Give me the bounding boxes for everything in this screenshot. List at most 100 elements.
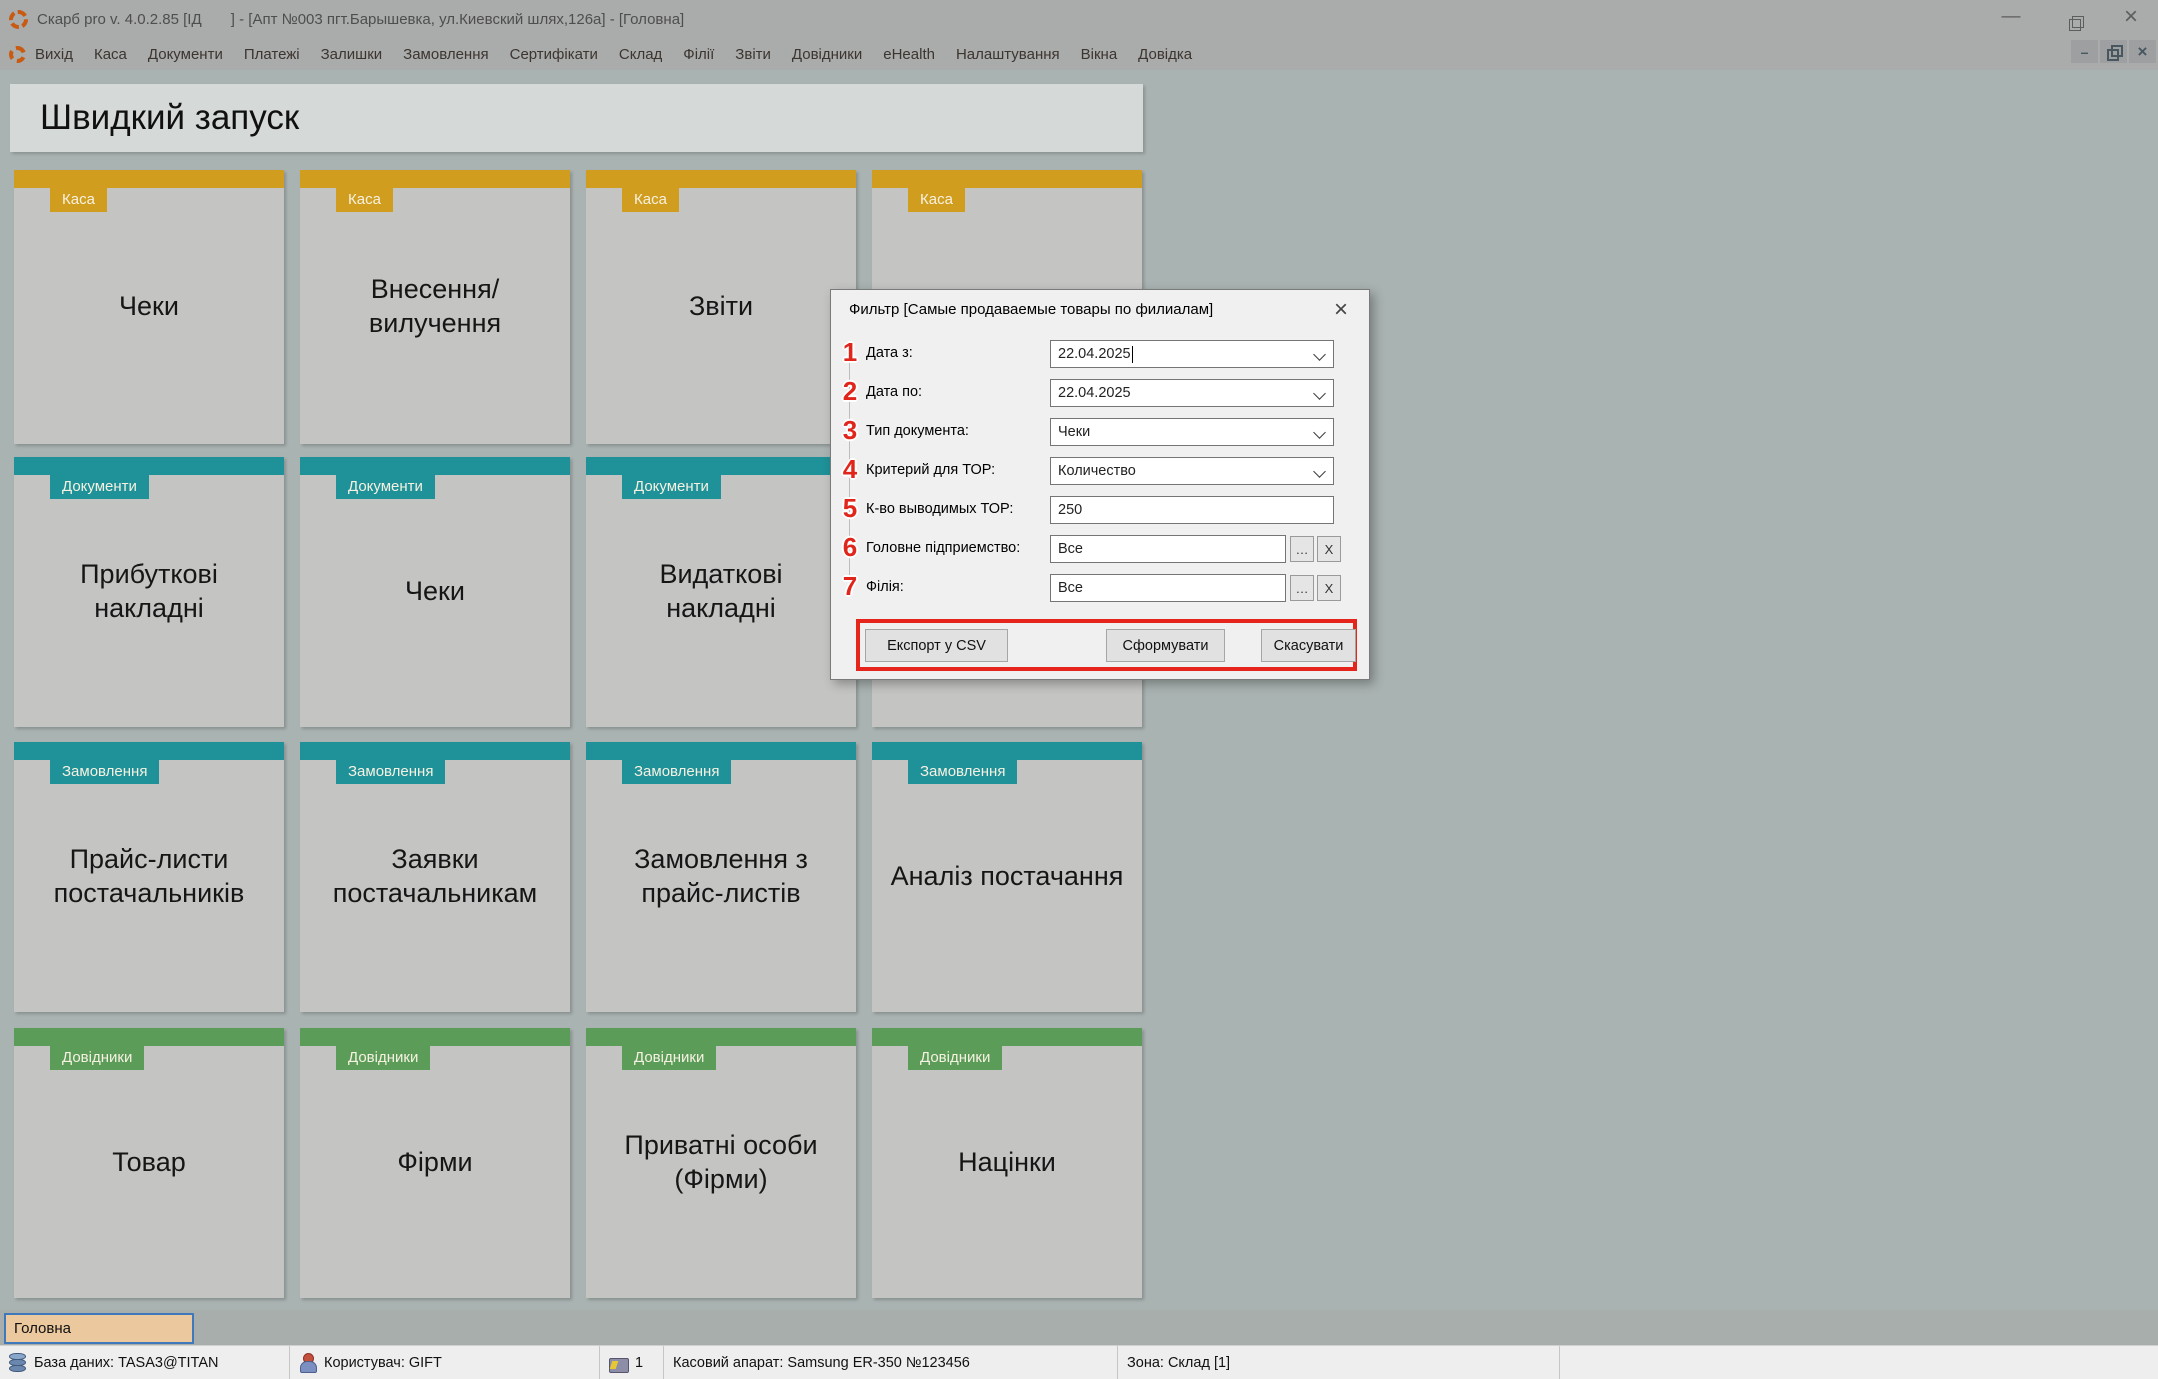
doc-type-label: Тип документа:: [866, 423, 969, 439]
branch-field[interactable]: Все: [1050, 574, 1286, 602]
menu-item-warehouse[interactable]: Склад: [619, 46, 662, 63]
tile-label: Заявки постачальникам: [332, 844, 538, 908]
tile-outgoing-invoices[interactable]: Документи Видаткові накладні: [586, 457, 856, 727]
menu-item-stock-balance[interactable]: Залишки: [321, 46, 383, 63]
tile-label: Замовлення з прайс-листів: [634, 844, 808, 908]
chevron-down-icon: [1313, 387, 1326, 400]
chevron-down-icon: [1313, 465, 1326, 478]
top-criterion-label: Критерий для ТОР:: [866, 462, 996, 478]
filter-dialog: Фильтр [Самые продаваемые товары по фили…: [830, 289, 1370, 680]
date-to-value: 22.04.2025: [1058, 385, 1131, 401]
menu-item-orders[interactable]: Замовлення: [403, 46, 488, 63]
tile-supplier-price-lists[interactable]: Замовлення Прайс-листи постачальників: [14, 742, 284, 1012]
menu-item-settings[interactable]: Налаштування: [956, 46, 1060, 63]
cancel-button[interactable]: Скасувати: [1261, 629, 1356, 662]
date-to-combo[interactable]: 22.04.2025: [1050, 379, 1334, 407]
annotation-number-3: 3: [842, 415, 858, 445]
tile-label: Звіти: [688, 291, 754, 322]
dialog-title: Фильтр [Самые продаваемые товары по фили…: [849, 301, 1214, 318]
mdi-restore-button[interactable]: [2100, 40, 2127, 63]
tile-label: Аналіз постачання: [890, 861, 1124, 892]
menu-item-payments[interactable]: Платежі: [244, 46, 300, 63]
menu-item-cash[interactable]: Каса: [94, 46, 127, 63]
tile-supplier-requests[interactable]: Замовлення Заявки постачальникам: [300, 742, 570, 1012]
tile-label: Чеки: [405, 576, 465, 607]
tile-checks-cash[interactable]: Каса Чеки: [14, 170, 284, 444]
tab-main[interactable]: Головна: [4, 1313, 194, 1344]
menu-item-exit[interactable]: Вихід: [35, 46, 73, 63]
generate-button[interactable]: Сформувати: [1106, 629, 1225, 662]
menu-item-branches[interactable]: Філії: [683, 46, 714, 63]
export-csv-button[interactable]: Експорт у CSV: [865, 629, 1008, 662]
chevron-down-icon: [1313, 348, 1326, 361]
tile-orders-from-price-lists[interactable]: Замовлення Замовлення з прайс-листів: [586, 742, 856, 1012]
doc-type-value: Чеки: [1058, 424, 1091, 440]
tile-private-persons[interactable]: Довідники Приватні особи (Фірми): [586, 1028, 856, 1298]
status-filler: [1560, 1346, 2158, 1379]
status-bar: База даних: TASA3@TITAN Користувач: GIFT…: [0, 1345, 2158, 1379]
tile-supply-analysis[interactable]: Замовлення Аналіз постачання: [872, 742, 1142, 1012]
date-from-value: 22.04.2025: [1058, 346, 1131, 362]
cash-register-icon: [609, 1355, 629, 1373]
menu-bar: Вихід Каса Документи Платежі Залишки Зам…: [0, 38, 2158, 70]
status-database: База даних: TASA3@TITAN: [34, 1354, 219, 1371]
menu-item-windows[interactable]: Вікна: [1081, 46, 1118, 63]
branch-browse-button[interactable]: …: [1290, 575, 1314, 601]
date-from-combo[interactable]: 22.04.2025: [1050, 340, 1334, 368]
text-caret: [1131, 345, 1134, 363]
app-logo-icon: [9, 9, 28, 29]
branch-clear-button[interactable]: X: [1317, 575, 1341, 601]
tile-label: Фірми: [397, 1147, 473, 1178]
chevron-down-icon: [1313, 426, 1326, 439]
tile-label: Прайс-листи постачальників: [53, 844, 245, 908]
annotation-number-6: 6: [842, 532, 858, 562]
menu-item-help[interactable]: Довідка: [1138, 46, 1192, 63]
mdi-restore-icon: [2107, 45, 2123, 61]
tile-cash-reports[interactable]: Каса Звіти: [586, 170, 856, 444]
main-enterprise-value: Все: [1058, 541, 1083, 557]
user-icon: [299, 1353, 317, 1373]
main-enterprise-clear-button[interactable]: X: [1317, 536, 1341, 562]
menu-item-ehealth[interactable]: eHealth: [883, 46, 935, 63]
doc-type-combo[interactable]: Чеки: [1050, 418, 1334, 446]
top-criterion-combo[interactable]: Количество: [1050, 457, 1334, 485]
minimize-button[interactable]: —: [1998, 6, 2024, 28]
top-count-input[interactable]: 250: [1050, 496, 1334, 524]
annotation-number-4: 4: [842, 454, 858, 484]
title-bar: Скарб pro v. 4.0.2.85 [ІД ] - [Апт №003 …: [0, 0, 2158, 38]
page-title: Швидкий запуск: [40, 98, 300, 137]
status-cash-register: Касовий апарат: Samsung ER-350 №123456: [673, 1354, 970, 1371]
menu-item-documents[interactable]: Документи: [148, 46, 223, 63]
tile-label: Видаткові накладні: [659, 559, 783, 623]
window-title: Скарб pro v. 4.0.2.85 [ІД ] - [Апт №003 …: [37, 10, 685, 28]
mdi-minimize-button[interactable]: –: [2071, 40, 2098, 63]
tile-label: Націнки: [958, 1147, 1056, 1178]
tile-label: Внесення/вилучення: [368, 274, 502, 338]
tile-label: Чеки: [119, 291, 179, 322]
date-to-label: Дата по:: [866, 384, 923, 400]
close-button[interactable]: ×: [2118, 5, 2144, 29]
tile-goods[interactable]: Довідники Товар: [14, 1028, 284, 1298]
status-cash-count: 1: [635, 1354, 644, 1371]
menu-item-certificates[interactable]: Сертифікати: [510, 46, 598, 63]
annotation-number-5: 5: [842, 493, 858, 523]
tile-incoming-invoices[interactable]: Документи Прибуткові накладні: [14, 457, 284, 727]
tile-markups[interactable]: Довідники Націнки: [872, 1028, 1142, 1298]
tile-firms[interactable]: Довідники Фірми: [300, 1028, 570, 1298]
top-criterion-value: Количество: [1058, 463, 1136, 479]
workspace: Швидкий запуск Каса Чеки Каса Внесення/в…: [0, 70, 2158, 1310]
tile-deposit-withdrawal[interactable]: Каса Внесення/вилучення: [300, 170, 570, 444]
annotation-number-7: 7: [842, 571, 858, 601]
dialog-close-icon[interactable]: ×: [1327, 296, 1355, 324]
database-icon: [9, 1353, 26, 1372]
mdi-close-button[interactable]: ×: [2129, 40, 2156, 63]
top-count-value: 250: [1058, 502, 1083, 518]
menu-item-directories[interactable]: Довідники: [792, 46, 862, 63]
menu-logo-icon: [9, 45, 26, 63]
tile-checks-documents[interactable]: Документи Чеки: [300, 457, 570, 727]
main-enterprise-field[interactable]: Все: [1050, 535, 1286, 563]
main-enterprise-browse-button[interactable]: …: [1290, 536, 1314, 562]
menu-item-reports[interactable]: Звіти: [735, 46, 771, 63]
quick-launch-header: Швидкий запуск: [10, 84, 1143, 152]
tile-label: Товар: [112, 1147, 186, 1178]
